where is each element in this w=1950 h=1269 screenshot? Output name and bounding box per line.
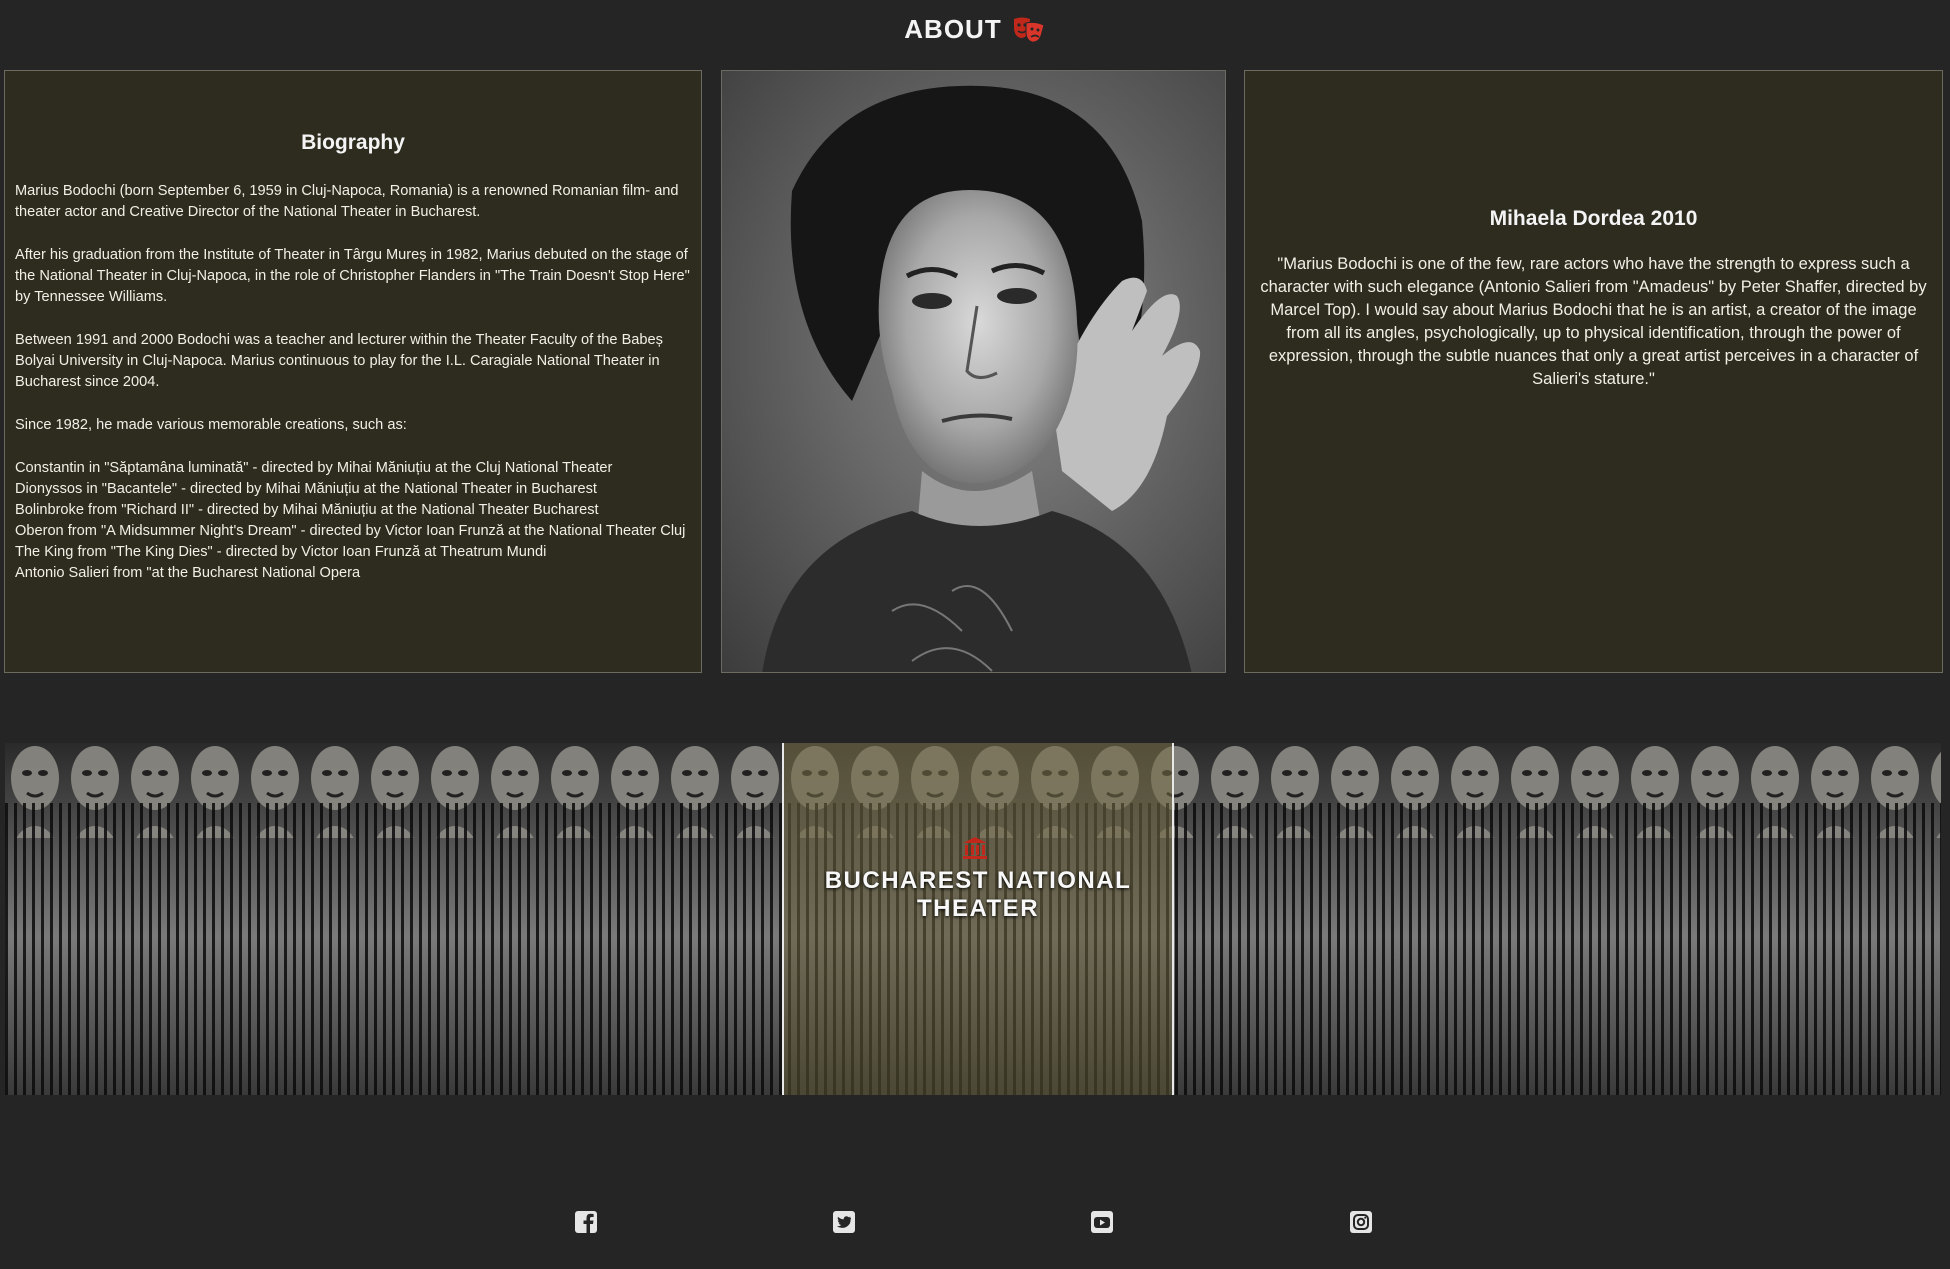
about-page: ABOUT Biography Marius Bodochi (born Sep… (0, 0, 1950, 1269)
biography-paragraph: Marius Bodochi (born September 6, 1959 i… (15, 183, 679, 220)
quote-card: Mihaela Dordea 2010 "Marius Bodochi is o… (1244, 70, 1943, 673)
twitter-icon[interactable] (832, 1210, 856, 1234)
banner-title[interactable]: BUCHAREST NATIONAL THEATER (782, 867, 1174, 923)
instagram-icon[interactable] (1349, 1210, 1373, 1234)
role-item: Oberon from "A Midsummer Night's Dream" … (15, 523, 686, 539)
biography-paragraph: Since 1982, he made various memorable cr… (15, 417, 407, 433)
role-item: Bolinbroke from "Richard II" - directed … (15, 502, 599, 518)
facebook-icon[interactable] (574, 1210, 598, 1234)
landmark-icon (963, 837, 987, 859)
roles-list: Constantin in "Săptamâna luminată" - dir… (15, 458, 691, 584)
biography-title: Biography (301, 131, 405, 154)
biography-card: Biography Marius Bodochi (born September… (4, 70, 702, 673)
quote-text: "Marius Bodochi is one of the few, rare … (1260, 255, 1927, 388)
youtube-icon[interactable] (1090, 1210, 1114, 1234)
role-item: The King from "The King Dies" - directed… (15, 544, 547, 560)
portrait-illustration (762, 85, 1201, 672)
role-item: Dionyssos in "Bacantele" - directed by M… (15, 481, 597, 497)
about-heading: ABOUT (0, 14, 1950, 45)
quote-author: Mihaela Dordea 2010 (1489, 207, 1698, 230)
actor-portrait-photo (721, 70, 1226, 673)
role-item: Antonio Salieri from "at the Bucharest N… (15, 565, 361, 581)
about-title: ABOUT (904, 14, 1002, 44)
role-item: Constantin in "Săptamâna luminată" - dir… (15, 460, 613, 476)
biography-paragraph: Between 1991 and 2000 Bodochi was a teac… (15, 332, 663, 390)
theater-masks-icon (1013, 17, 1045, 43)
biography-paragraph: After his graduation from the Institute … (15, 247, 690, 305)
